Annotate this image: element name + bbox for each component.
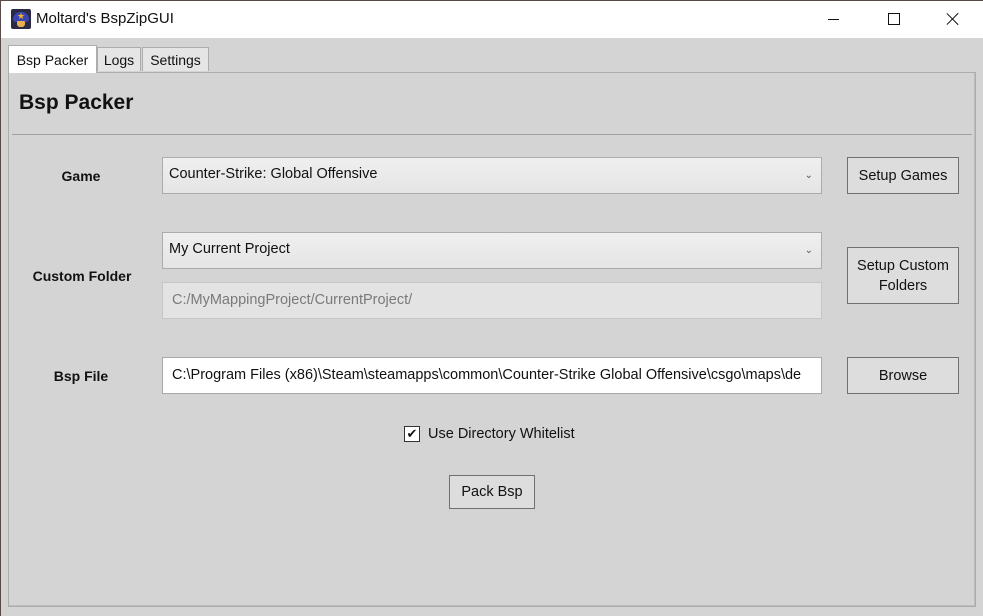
whitelist-label[interactable]: Use Directory Whitelist [428,426,575,442]
custom-folder-path-field: C:/MyMappingProject/CurrentProject/ [162,282,822,319]
tab-settings[interactable]: Settings [142,47,209,71]
title-divider [12,134,972,135]
close-icon [946,12,960,26]
window-title: Moltard's BspZipGUI [36,10,174,27]
page-title: Bsp Packer [19,91,134,114]
window-border-left [0,0,1,616]
minimize-icon [827,18,839,20]
tab-logs[interactable]: Logs [97,47,141,71]
game-label: Game [61,168,101,184]
bsp-file-label: Bsp File [53,368,109,384]
pack-bsp-button[interactable]: Pack Bsp [449,475,535,509]
browse-button[interactable]: Browse [847,357,959,394]
maximize-icon [888,13,900,25]
setup-custom-folders-button[interactable]: Setup Custom Folders [847,247,959,304]
chevron-down-icon: ⌄ [804,170,813,181]
close-button[interactable] [930,1,976,37]
game-select[interactable]: Counter-Strike: Global Offensive ⌄ [162,157,822,194]
checkmark-icon: ✔ [406,426,418,441]
chevron-down-icon: ⌄ [804,245,813,256]
custom-folder-label: Custom Folder [32,268,132,284]
whitelist-option[interactable]: ✔ Use Directory Whitelist [404,426,575,442]
game-select-value: Counter-Strike: Global Offensive [169,166,378,182]
bsp-file-path-input[interactable]: C:\Program Files (x86)\Steam\steamapps\c… [162,357,822,394]
custom-folder-select[interactable]: My Current Project ⌄ [162,232,822,269]
whitelist-checkbox[interactable]: ✔ [404,426,420,442]
setup-games-button[interactable]: Setup Games [847,157,959,194]
mushroom-app-icon: ★ [11,9,31,29]
bsp-packer-panel [8,72,976,607]
minimize-button[interactable] [810,1,856,37]
custom-folder-select-value: My Current Project [169,241,290,257]
tab-bsp-packer[interactable]: Bsp Packer [8,45,97,73]
maximize-button[interactable] [871,1,917,37]
